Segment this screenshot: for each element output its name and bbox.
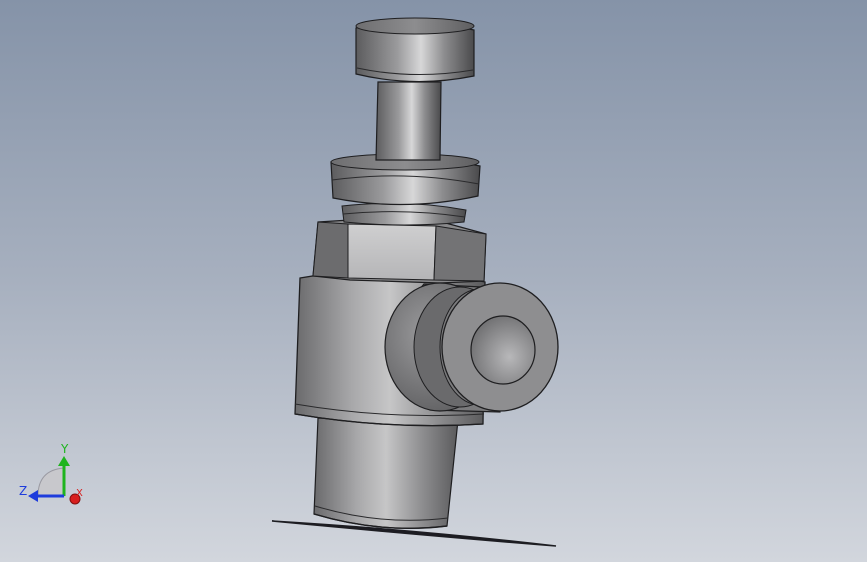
hex-nut xyxy=(312,219,487,284)
spindle-shaft xyxy=(375,81,442,161)
z-axis-label: Z xyxy=(19,484,28,498)
model-3d-view[interactable] xyxy=(0,0,867,562)
y-axis-label: Y xyxy=(61,442,69,456)
graphics-viewport[interactable]: Y Z X xyxy=(0,0,867,562)
thread-ring xyxy=(341,202,467,226)
x-axis-label: X xyxy=(76,488,83,499)
push-in-port xyxy=(384,282,559,413)
adjustment-knob xyxy=(355,17,475,83)
lower-body xyxy=(313,417,459,529)
lock-nut xyxy=(330,153,481,206)
orientation-triad: Y Z X xyxy=(14,440,94,510)
